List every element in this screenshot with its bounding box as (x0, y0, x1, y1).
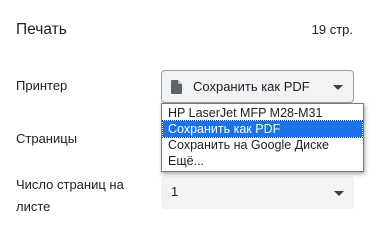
page-count: 19 стр. (311, 22, 353, 37)
pages-per-sheet-label: Число страниц на листе (16, 177, 124, 214)
printer-option-hp[interactable]: HP LaserJet MFP M28-M31 (163, 105, 362, 121)
printer-option-google-drive[interactable]: Сохранить на Google Диске (163, 137, 362, 153)
pages-per-sheet-select[interactable]: 1 (161, 176, 354, 209)
chevron-down-icon (333, 85, 343, 90)
chevron-down-icon (334, 191, 344, 196)
printer-option-save-pdf[interactable]: Сохранить как PDF (162, 120, 363, 138)
printer-select-value: Сохранить как PDF (193, 79, 310, 94)
page-title: Печать (16, 21, 67, 38)
printer-dropdown-list: HP LaserJet MFP M28-M31 Сохранить как PD… (161, 103, 364, 172)
pages-label: Страницы (16, 131, 78, 146)
printer-option-more[interactable]: Ещё... (163, 153, 362, 169)
printer-label: Принтер (16, 78, 68, 93)
document-icon (171, 80, 182, 94)
pages-per-sheet-value: 1 (171, 184, 179, 199)
printer-select[interactable]: Сохранить как PDF (161, 70, 354, 103)
